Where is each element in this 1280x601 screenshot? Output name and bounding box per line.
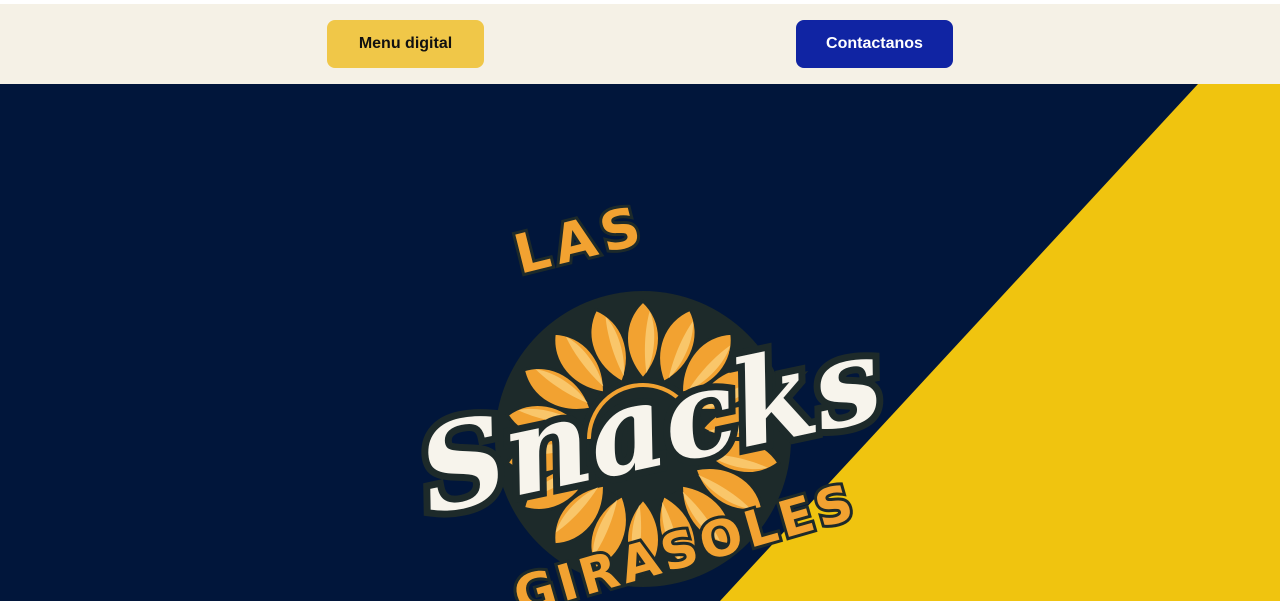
hero-background: LAS Snacks GIRASOLES bbox=[0, 84, 1280, 601]
top-navigation-bar: Menu digital Contactanos bbox=[0, 4, 1280, 84]
contact-button[interactable]: Contactanos bbox=[796, 20, 953, 68]
hero-banner: LAS Snacks GIRASOLES bbox=[0, 84, 1280, 601]
menu-digital-button[interactable]: Menu digital bbox=[327, 20, 484, 68]
